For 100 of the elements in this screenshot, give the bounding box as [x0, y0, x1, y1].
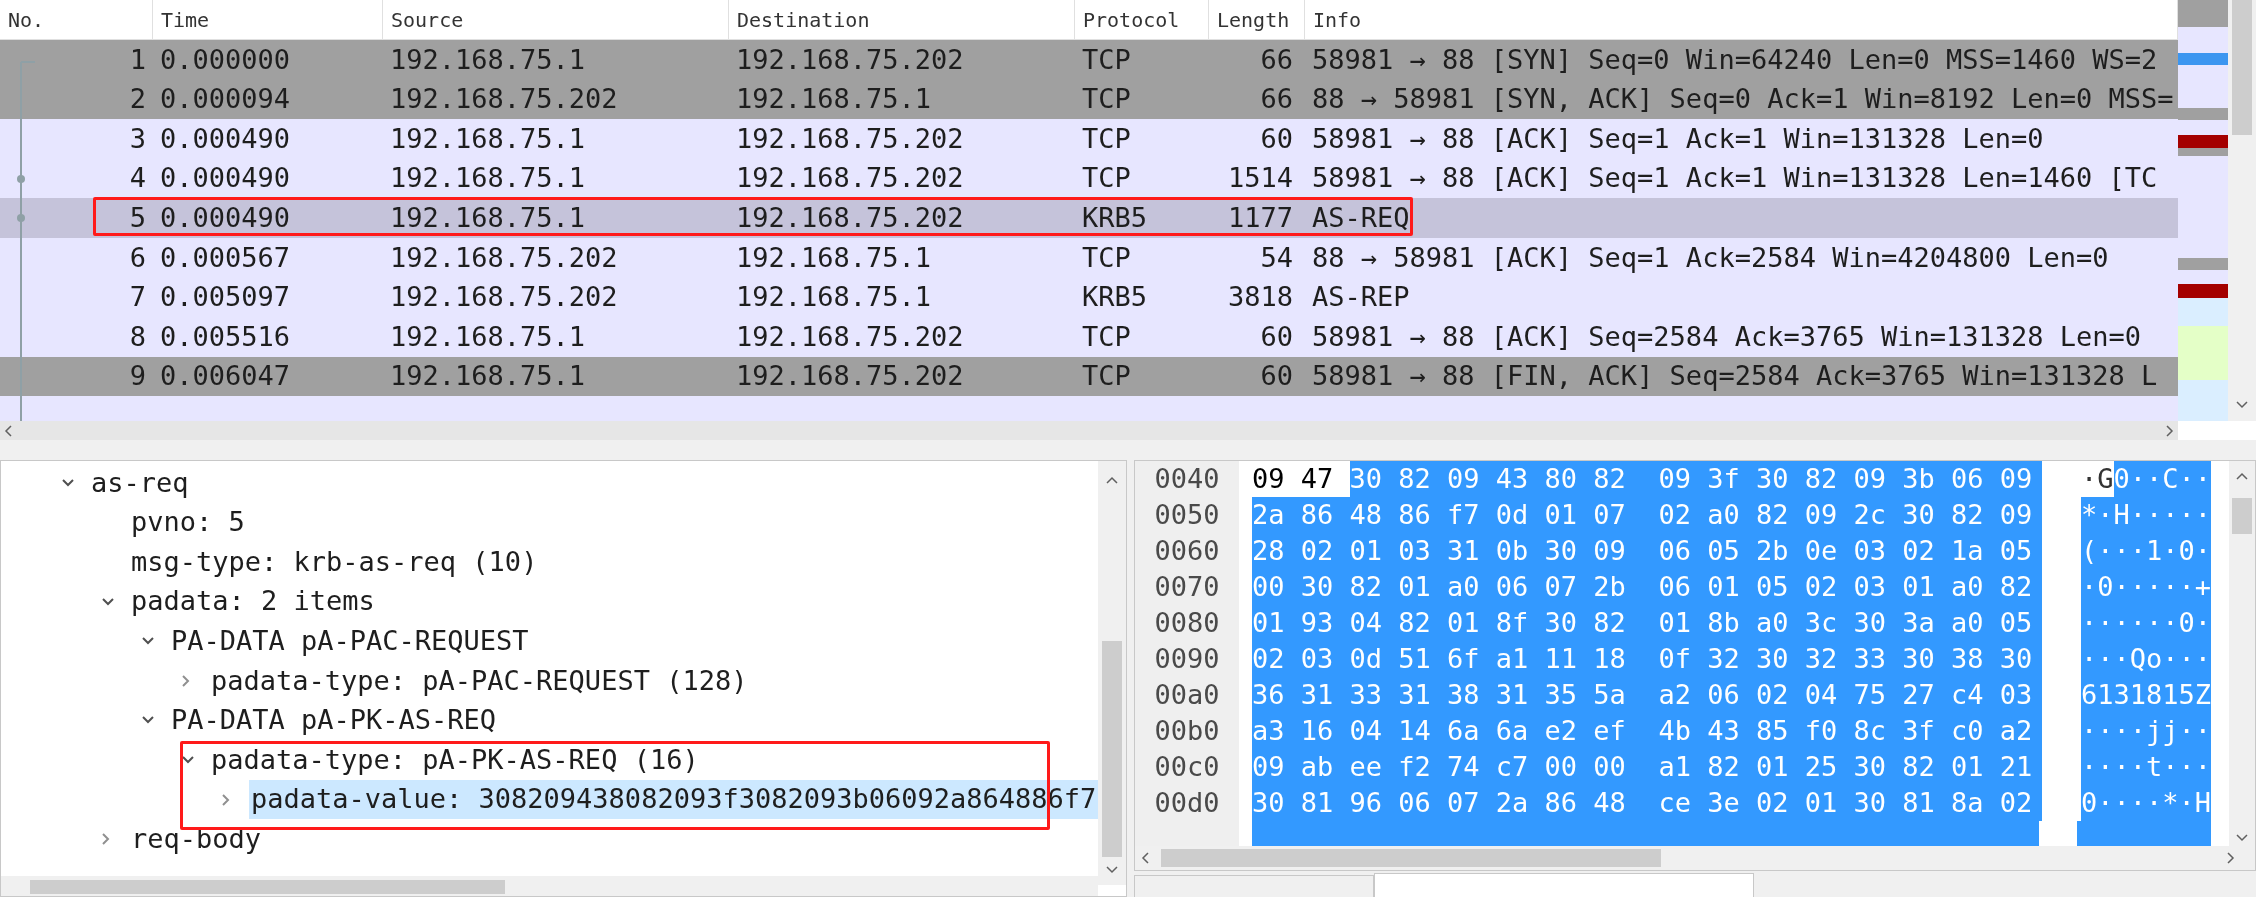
table-cell-text: 58981 → 88 [FIN, ACK] Seq=2584 Ack=3765 Win=131328 L [1312, 359, 2158, 394]
chevron-right-icon[interactable] [221, 792, 231, 807]
chevron-down-icon[interactable] [141, 715, 155, 726]
column-header[interactable]: Source [391, 4, 464, 35]
table-cell-text: 58981 → 88 [SYN] Seq=0 Win=64240 Len=0 MSS=1460 WS=2 [1312, 42, 2158, 77]
table-cell-text: TCP [1082, 359, 1131, 394]
table-cell-text: 0.005516 [160, 319, 291, 354]
table-cell-text: 0.000094 [160, 82, 291, 117]
horizontal-scrollbar[interactable] [1, 876, 1098, 896]
table-cell-text: 0.000000 [160, 42, 291, 77]
table-cell-text: 192.168.75.1 [390, 121, 586, 156]
packet-row[interactable]: 8 0.005516 192.168.75.1 192.168.75.202 TCP 60 58981 → 88 [ACK] Seq=2584 Ack=3765 Win=131328 Len=0 [0, 317, 2178, 357]
vertical-scrollbar[interactable] [2228, 0, 2256, 421]
ascii-text[interactable]: ·G [2081, 461, 2114, 500]
chevron-down-icon[interactable] [101, 596, 115, 607]
table-cell-text: 192.168.75.1 [390, 200, 586, 235]
table-cell-text: TCP [1082, 319, 1131, 354]
table-cell-text: 192.168.75.1 [390, 319, 586, 354]
table-cell-text: 60 [1260, 319, 1293, 354]
scroll-up-icon[interactable] [2236, 471, 2248, 481]
packet-row[interactable]: 6 0.000567 192.168.75.202 192.168.75.1 TCP 54 88 → 58981 [ACK] Seq=1 Ack=2584 Win=4204800 Len=0 [0, 237, 2178, 278]
scroll-thumb[interactable] [2232, 498, 2252, 534]
vertical-scrollbar[interactable] [1098, 461, 1126, 885]
table-cell-text: 58981 → 88 [ACK] Seq=1 Ack=1 Win=131328 Len=1460 [TC [1312, 161, 2158, 196]
scroll-left-icon[interactable] [1141, 852, 1151, 864]
chevron-right-icon[interactable] [101, 832, 111, 847]
offset-cell: 00b0 [1135, 713, 1239, 749]
column-header[interactable]: Destination [737, 4, 870, 35]
table-cell-text: 66 [1260, 42, 1293, 77]
packet-row[interactable]: 7 0.005097 192.168.75.202 192.168.75.1 KRB5 3818 AS-REP [0, 277, 2178, 318]
packet-row[interactable]: 3 0.000490 192.168.75.1 192.168.75.202 TCP 60 58981 → 88 [ACK] Seq=1 Ack=1 Win=131328 Len=0 [0, 119, 2178, 159]
scroll-thumb[interactable] [1102, 641, 1122, 857]
offset-cell: 0040 [1135, 461, 1239, 497]
table-cell-text: 3818 [1227, 280, 1293, 315]
table-cell-text: 192.168.75.202 [390, 82, 618, 117]
column-header[interactable]: Length [1217, 4, 1290, 35]
table-cell-text: 66 [1260, 82, 1293, 117]
offset-cell: 0050 [1135, 497, 1239, 533]
table-cell-text: TCP [1082, 121, 1131, 156]
scroll-down-icon[interactable] [2236, 833, 2248, 843]
tree-item[interactable]: PA-DATA pA-PAC-REQUEST [169, 621, 1098, 661]
table-cell-text: 192.168.75.1 [736, 82, 932, 117]
table-cell-text: 192.168.75.1 [390, 42, 586, 77]
chevron-down-icon[interactable] [141, 636, 155, 647]
column-header[interactable]: Info [1313, 4, 1362, 35]
chevron-down-icon[interactable] [181, 754, 195, 765]
column-header[interactable]: No. [8, 4, 45, 35]
scroll-thumb[interactable] [2232, 0, 2252, 135]
packet-row[interactable]: 9 0.006047 192.168.75.1 192.168.75.202 TCP 60 58981 → 88 [FIN, ACK] Seq=2584 Ack=3765 Win=131328 L [0, 356, 2178, 397]
table-cell-text: 9 [129, 359, 146, 394]
tree-item[interactable]: pvno: 5 [129, 502, 1098, 543]
packet-row[interactable]: 1 0.000000 192.168.75.1 192.168.75.202 TCP 66 58981 → 88 [SYN] Seq=0 Win=64240 Len=0 MSS=1460 WS=2 [0, 40, 2178, 80]
table-cell-text: 58981 → 88 [ACK] Seq=2584 Ack=3765 Win=131328 Len=0 [1312, 319, 2142, 354]
table-cell-text: 3 [129, 121, 146, 156]
chevron-right-icon[interactable] [181, 673, 191, 688]
table-cell-text: 7 [129, 280, 146, 315]
vertical-scrollbar[interactable] [2229, 461, 2255, 846]
tree-item[interactable]: PA-DATA pA-PK-AS-REQ [169, 700, 1098, 741]
column-header[interactable]: Time [161, 4, 210, 35]
tree-item[interactable]: padata: 2 items [129, 581, 1098, 622]
scroll-down-icon[interactable] [1106, 865, 1118, 875]
column-header[interactable]: Protocol [1083, 4, 1180, 35]
table-cell-text: 58981 → 88 [ACK] Seq=1 Ack=1 Win=131328 Len=0 [1312, 121, 2044, 156]
table-cell-text: 192.168.75.202 [736, 359, 964, 394]
table-cell-text: 54 [1260, 240, 1293, 275]
table-cell-text: 0.000490 [160, 121, 291, 156]
scroll-left-icon[interactable] [4, 424, 14, 437]
tree-item[interactable]: req-body [129, 819, 1098, 859]
offset-cell: 00a0 [1135, 677, 1239, 713]
table-cell-text: 5 [129, 200, 146, 235]
scroll-down-icon[interactable] [2236, 400, 2248, 410]
scroll-right-icon[interactable] [2164, 424, 2174, 437]
packet-row[interactable]: 2 0.000094 192.168.75.202 192.168.75.1 TCP 66 88 → 58981 [SYN, ACK] Seq=0 Ack=1 Win=8192 Len=0 MSS= [0, 79, 2178, 120]
scroll-thumb[interactable] [1161, 849, 1661, 867]
scroll-right-icon[interactable] [2225, 852, 2235, 864]
table-cell-text: 1177 [1227, 200, 1293, 235]
table-cell-text: 192.168.75.202 [736, 161, 964, 196]
chevron-down-icon[interactable] [61, 477, 75, 488]
table-cell-text: TCP [1082, 240, 1131, 275]
table-cell-text: 88 → 58981 [SYN, ACK] Seq=0 Ack=1 Win=8192 Len=0 MSS= [1312, 82, 2174, 117]
table-cell-text: 0.000490 [160, 161, 291, 196]
packet-minimap-drawing[interactable] [2178, 0, 2228, 421]
scroll-up-icon[interactable] [1106, 475, 1118, 485]
packet-row[interactable]: 4 0.000490 192.168.75.1 192.168.75.202 TCP 1514 58981 → 88 [ACK] Seq=1 Ack=1 Win=131328 Len=1460 [TC [0, 158, 2178, 199]
packet-row[interactable]: 5 0.000490 192.168.75.1 192.168.75.202 KRB5 1177 AS-REQ [0, 198, 2178, 238]
hex-bytes[interactable]: 09 47 [1252, 461, 1334, 500]
horizontal-scrollbar[interactable] [0, 421, 2178, 440]
tree-item[interactable]: padata-type: pA-PAC-REQUEST (128) [209, 660, 1098, 701]
tree-item[interactable]: as-req [89, 463, 1098, 503]
scroll-thumb[interactable] [30, 880, 505, 894]
table-cell-text: 6 [129, 240, 146, 275]
offset-cell: 0080 [1135, 605, 1239, 641]
table-cell-text: AS-REQ [1312, 200, 1410, 235]
table-cell-text: 192.168.75.202 [736, 42, 964, 77]
tree-item[interactable]: padata-type: pA-PK-AS-REQ (16) [209, 740, 1098, 780]
horizontal-scrollbar[interactable] [1135, 846, 2255, 870]
table-cell-text: 192.168.75.202 [736, 200, 964, 235]
table-cell-text: 192.168.75.1 [736, 240, 932, 275]
table-cell-text: 8 [129, 319, 146, 354]
tree-item[interactable]: msg-type: krb-as-req (10) [129, 542, 1098, 582]
